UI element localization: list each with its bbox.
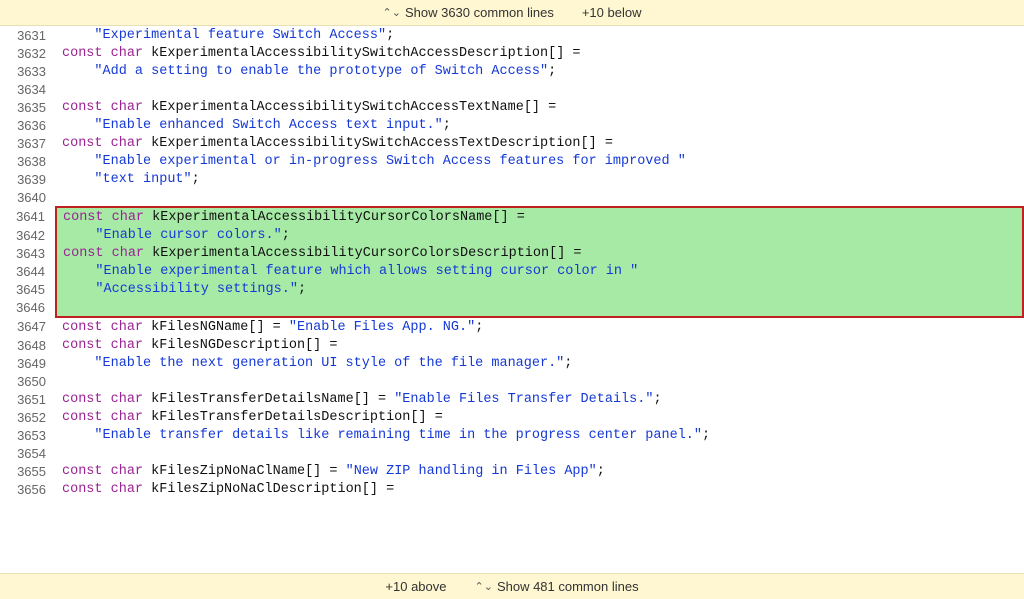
code-line: 3651const char kFilesTransferDetailsName…	[0, 390, 1023, 408]
show-more-above[interactable]: +10 above	[385, 579, 446, 594]
source-line[interactable]: "Enable experimental or in-progress Swit…	[56, 152, 1023, 170]
line-number: 3631	[0, 26, 56, 44]
code-line: 3641const char kExperimentalAccessibilit…	[0, 207, 1023, 226]
line-number: 3639	[0, 170, 56, 188]
source-line[interactable]: "Enable enhanced Switch Access text inpu…	[56, 116, 1023, 134]
code-line: 3639 "text input";	[0, 170, 1023, 188]
line-number: 3653	[0, 426, 56, 444]
show-common-lines-bottom[interactable]: Show 481 common lines	[497, 579, 639, 594]
show-common-lines-top[interactable]: Show 3630 common lines	[405, 5, 554, 20]
line-number: 3641	[0, 207, 56, 226]
source-line[interactable]	[56, 444, 1023, 462]
code-line: 3654	[0, 444, 1023, 462]
code-line: 3646	[0, 298, 1023, 317]
line-number: 3646	[0, 298, 56, 317]
code-line: 3656const char kFilesZipNoNaClDescriptio…	[0, 480, 1023, 498]
line-number: 3652	[0, 408, 56, 426]
code-line: 3638 "Enable experimental or in-progress…	[0, 152, 1023, 170]
source-line[interactable]: "Enable transfer details like remaining …	[56, 426, 1023, 444]
expand-icon: ⌃⌄	[383, 1, 401, 26]
source-line[interactable]: "Enable experimental feature which allow…	[56, 262, 1023, 280]
line-number: 3634	[0, 80, 56, 98]
code-viewport: 3631 "Experimental feature Switch Access…	[0, 26, 1024, 573]
source-line[interactable]	[56, 80, 1023, 98]
code-line: 3645 "Accessibility settings.";	[0, 280, 1023, 298]
code-line: 3643const char kExperimentalAccessibilit…	[0, 244, 1023, 262]
source-line[interactable]: "Enable cursor colors.";	[56, 226, 1023, 244]
line-number: 3632	[0, 44, 56, 62]
source-line[interactable]	[56, 298, 1023, 317]
code-line: 3653 "Enable transfer details like remai…	[0, 426, 1023, 444]
line-number: 3647	[0, 317, 56, 336]
code-line: 3635const char kExperimentalAccessibilit…	[0, 98, 1023, 116]
source-line[interactable]: "Add a setting to enable the prototype o…	[56, 62, 1023, 80]
line-number: 3649	[0, 354, 56, 372]
source-line[interactable]: const char kFilesTransferDetailsName[] =…	[56, 390, 1023, 408]
source-line[interactable]: const char kFilesZipNoNaClDescription[] …	[56, 480, 1023, 498]
code-line: 3644 "Enable experimental feature which …	[0, 262, 1023, 280]
line-number: 3640	[0, 188, 56, 207]
source-line[interactable]: const char kFilesNGDescription[] =	[56, 336, 1023, 354]
line-number: 3636	[0, 116, 56, 134]
line-number: 3654	[0, 444, 56, 462]
source-line[interactable]: const char kExperimentalAccessibilityCur…	[56, 244, 1023, 262]
line-number: 3655	[0, 462, 56, 480]
code-line: 3655const char kFilesZipNoNaClName[] = "…	[0, 462, 1023, 480]
expand-icon: ⌃⌄	[475, 575, 493, 599]
source-line[interactable]: "Experimental feature Switch Access";	[56, 26, 1023, 44]
code-line: 3647const char kFilesNGName[] = "Enable …	[0, 317, 1023, 336]
diff-context-bar-bottom[interactable]: +10 above ⌃⌄ Show 481 common lines	[0, 573, 1024, 599]
source-line[interactable]: "Accessibility settings.";	[56, 280, 1023, 298]
code-line: 3648const char kFilesNGDescription[] =	[0, 336, 1023, 354]
source-line[interactable]: const char kFilesNGName[] = "Enable File…	[56, 317, 1023, 336]
source-line[interactable]: "Enable the next generation UI style of …	[56, 354, 1023, 372]
line-number: 3651	[0, 390, 56, 408]
line-number: 3637	[0, 134, 56, 152]
line-number: 3656	[0, 480, 56, 498]
source-line[interactable]: const char kExperimentalAccessibilitySwi…	[56, 134, 1023, 152]
line-number: 3635	[0, 98, 56, 116]
line-number: 3633	[0, 62, 56, 80]
line-number: 3645	[0, 280, 56, 298]
code-line: 3634	[0, 80, 1023, 98]
source-line[interactable]: const char kExperimentalAccessibilityCur…	[56, 207, 1023, 226]
line-number: 3638	[0, 152, 56, 170]
code-line: 3637const char kExperimentalAccessibilit…	[0, 134, 1023, 152]
code-table: 3631 "Experimental feature Switch Access…	[0, 26, 1024, 498]
source-line[interactable]	[56, 372, 1023, 390]
code-line: 3633 "Add a setting to enable the protot…	[0, 62, 1023, 80]
source-line[interactable]: const char kFilesZipNoNaClName[] = "New …	[56, 462, 1023, 480]
source-line[interactable]: const char kExperimentalAccessibilitySwi…	[56, 44, 1023, 62]
show-more-below[interactable]: +10 below	[582, 5, 642, 20]
code-line: 3642 "Enable cursor colors.";	[0, 226, 1023, 244]
diff-context-bar-top[interactable]: ⌃⌄ Show 3630 common lines +10 below	[0, 0, 1024, 26]
source-line[interactable]: const char kExperimentalAccessibilitySwi…	[56, 98, 1023, 116]
source-line[interactable]: "text input";	[56, 170, 1023, 188]
code-line: 3632const char kExperimentalAccessibilit…	[0, 44, 1023, 62]
code-line: 3636 "Enable enhanced Switch Access text…	[0, 116, 1023, 134]
code-line: 3640	[0, 188, 1023, 207]
line-number: 3643	[0, 244, 56, 262]
line-number: 3644	[0, 262, 56, 280]
code-line: 3649 "Enable the next generation UI styl…	[0, 354, 1023, 372]
code-line: 3650	[0, 372, 1023, 390]
line-number: 3642	[0, 226, 56, 244]
source-line[interactable]: const char kFilesTransferDetailsDescript…	[56, 408, 1023, 426]
source-line[interactable]	[56, 188, 1023, 207]
line-number: 3648	[0, 336, 56, 354]
code-line: 3631 "Experimental feature Switch Access…	[0, 26, 1023, 44]
line-number: 3650	[0, 372, 56, 390]
code-line: 3652const char kFilesTransferDetailsDesc…	[0, 408, 1023, 426]
